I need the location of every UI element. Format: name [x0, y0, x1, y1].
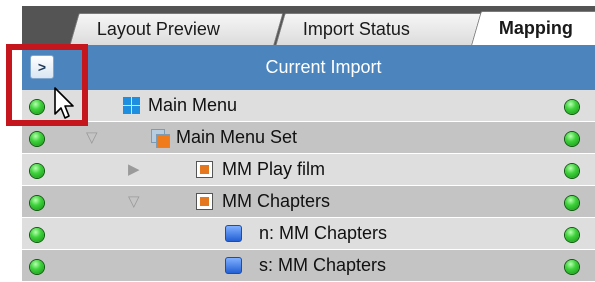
menu-grid-icon	[123, 97, 140, 114]
status-led-icon	[565, 196, 579, 210]
tab-import-status[interactable]: Import Status	[275, 13, 485, 45]
tree-row-label: s: MM Chapters	[259, 255, 387, 275]
tab-layout-preview[interactable]: Layout Preview	[69, 13, 284, 45]
tab-label: Import Status	[302, 19, 410, 39]
tree-row-main-menu-set[interactable]: ▽ Main Menu Set	[22, 122, 595, 154]
collapse-arrow-icon[interactable]: ▶	[128, 160, 140, 180]
tab-mapping[interactable]: Mapping	[471, 11, 595, 45]
menu-set-icon	[151, 129, 170, 148]
expand-arrow-icon[interactable]: ▽	[128, 192, 140, 212]
tree-row-label: MM Chapters	[222, 191, 331, 211]
status-led-icon	[565, 228, 579, 242]
film-icon	[196, 161, 213, 178]
tree-row-label: Main Menu	[148, 95, 238, 115]
tree-row-mm-play-film[interactable]: ▶ MM Play film	[22, 154, 595, 186]
status-led-icon	[30, 228, 44, 242]
tree-row-main-menu[interactable]: Main Menu	[22, 90, 595, 122]
status-led-icon	[30, 260, 44, 274]
tree-row-s-mm-chapters[interactable]: s: MM Chapters	[22, 250, 595, 282]
import-tree: Main Menu ▽ Main Menu Set ▶ MM Play film…	[22, 90, 595, 282]
status-led-icon	[565, 132, 579, 146]
status-led-icon	[30, 196, 44, 210]
tab-bar: Layout Preview Import Status Mapping	[22, 6, 595, 45]
tree-row-label: Main Menu Set	[176, 127, 298, 147]
mouse-pointer-icon	[54, 87, 74, 119]
panel-title: Current Import	[265, 57, 382, 77]
tree-row-label: MM Play film	[222, 159, 325, 179]
tree-row-label: n: MM Chapters	[259, 223, 388, 243]
status-led-icon	[565, 100, 579, 114]
status-led-icon	[30, 164, 44, 178]
expand-arrow-icon[interactable]: ▽	[86, 128, 98, 148]
blue-square-icon	[225, 225, 242, 242]
status-led-icon	[565, 260, 579, 274]
tree-row-n-mm-chapters[interactable]: n: MM Chapters	[22, 218, 595, 250]
film-icon	[196, 193, 213, 210]
tab-label: Mapping	[498, 18, 573, 38]
status-led-icon	[565, 164, 579, 178]
blue-square-icon	[225, 257, 242, 274]
current-import-header: > Current Import	[22, 45, 595, 90]
tree-row-mm-chapters[interactable]: ▽ MM Chapters	[22, 186, 595, 218]
tab-label: Layout Preview	[96, 19, 220, 39]
status-led-icon	[30, 132, 44, 146]
